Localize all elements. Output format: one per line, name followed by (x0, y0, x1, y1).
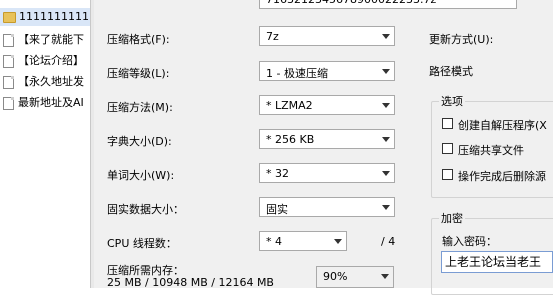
method-label: 压缩方法(M): (107, 101, 173, 114)
file-icon (3, 54, 14, 68)
chevron-down-icon (382, 34, 390, 39)
dict-select[interactable]: * 256 KB (259, 129, 395, 149)
tree-item-file[interactable]: 【来了就能下 (0, 31, 84, 49)
encryption-title: 加密 (439, 210, 465, 226)
chevron-down-icon (381, 274, 389, 279)
memory-percent-value: 90% (323, 270, 348, 283)
chevron-down-icon (382, 137, 390, 142)
solid-select[interactable]: 固实 (259, 197, 395, 217)
word-select[interactable]: * 32 (259, 163, 395, 183)
delete-after-label: 操作完成后删除源 (458, 170, 546, 183)
path-mode-label: 路径模式 (429, 65, 473, 78)
dict-label: 字典大小(D): (107, 135, 172, 148)
word-value: * 32 (266, 167, 289, 180)
tree-item-label: 1111111111 (19, 10, 89, 23)
delete-after-checkbox[interactable] (442, 169, 453, 180)
tree-item-label: 【论坛介绍】 (18, 54, 84, 67)
password-label: 输入密码： (442, 235, 497, 248)
method-value: * LZMA2 (266, 99, 313, 112)
chevron-down-icon (382, 205, 390, 210)
tree-item-file[interactable]: 【永久地址发 (0, 73, 84, 91)
file-tree: 1111111111 【来了就能下 【论坛介绍】 【永久地址发 最新地址及AI (0, 0, 90, 288)
archive-name-field[interactable]: 7163212345678900022233.7z (259, 0, 517, 9)
tree-item-label: 最新地址及AI (18, 96, 84, 109)
solid-value: 固实 (266, 203, 288, 216)
chevron-down-icon (382, 171, 390, 176)
sfx-label: 创建自解压程序(X (458, 119, 547, 132)
level-select[interactable]: 1 - 极速压缩 (259, 61, 395, 81)
folder-icon (3, 11, 16, 23)
dict-value: * 256 KB (266, 133, 315, 146)
shared-files-checkbox[interactable] (442, 143, 453, 154)
options-title: 选项 (439, 93, 465, 109)
memory-detail: 25 MB / 10948 MB / 12164 MB (107, 276, 274, 289)
threads-select[interactable]: * 4 (259, 231, 347, 251)
tree-item-label: 【永久地址发 (18, 75, 84, 88)
password-input[interactable]: 上老王论坛当老王 (441, 251, 553, 273)
method-select[interactable]: * LZMA2 (259, 95, 395, 115)
tree-item-folder[interactable]: 1111111111 (0, 8, 90, 26)
chevron-down-icon (334, 239, 342, 244)
memory-percent-select[interactable]: 90% (316, 266, 394, 288)
tree-item-file[interactable]: 最新地址及AI (0, 94, 84, 112)
threads-value: * 4 (266, 235, 282, 248)
level-value: 1 - 极速压缩 (266, 67, 328, 80)
tree-item-label: 【来了就能下 (18, 33, 84, 46)
threads-max: / 4 (381, 235, 396, 248)
sfx-checkbox[interactable] (442, 118, 453, 129)
file-icon (3, 75, 14, 89)
shared-files-label: 压缩共享文件 (458, 144, 524, 157)
solid-label: 固实数据大小： (107, 203, 184, 216)
chevron-down-icon (382, 69, 390, 74)
format-select[interactable]: 7z (259, 26, 395, 46)
word-label: 单词大小(W): (107, 169, 175, 182)
tree-item-file[interactable]: 【论坛介绍】 (0, 52, 84, 70)
threads-label: CPU 线程数： (107, 237, 177, 250)
file-icon (3, 96, 14, 110)
file-icon (3, 33, 14, 47)
add-to-archive-dialog: 7163212345678900022233.7z 压缩格式(F): 7z 压缩… (94, 0, 553, 295)
level-label: 压缩等级(L): (107, 67, 170, 80)
format-label: 压缩格式(F): (107, 33, 170, 46)
update-label: 更新方式(U): (429, 33, 494, 46)
chevron-down-icon (382, 103, 390, 108)
format-value: 7z (266, 30, 279, 43)
